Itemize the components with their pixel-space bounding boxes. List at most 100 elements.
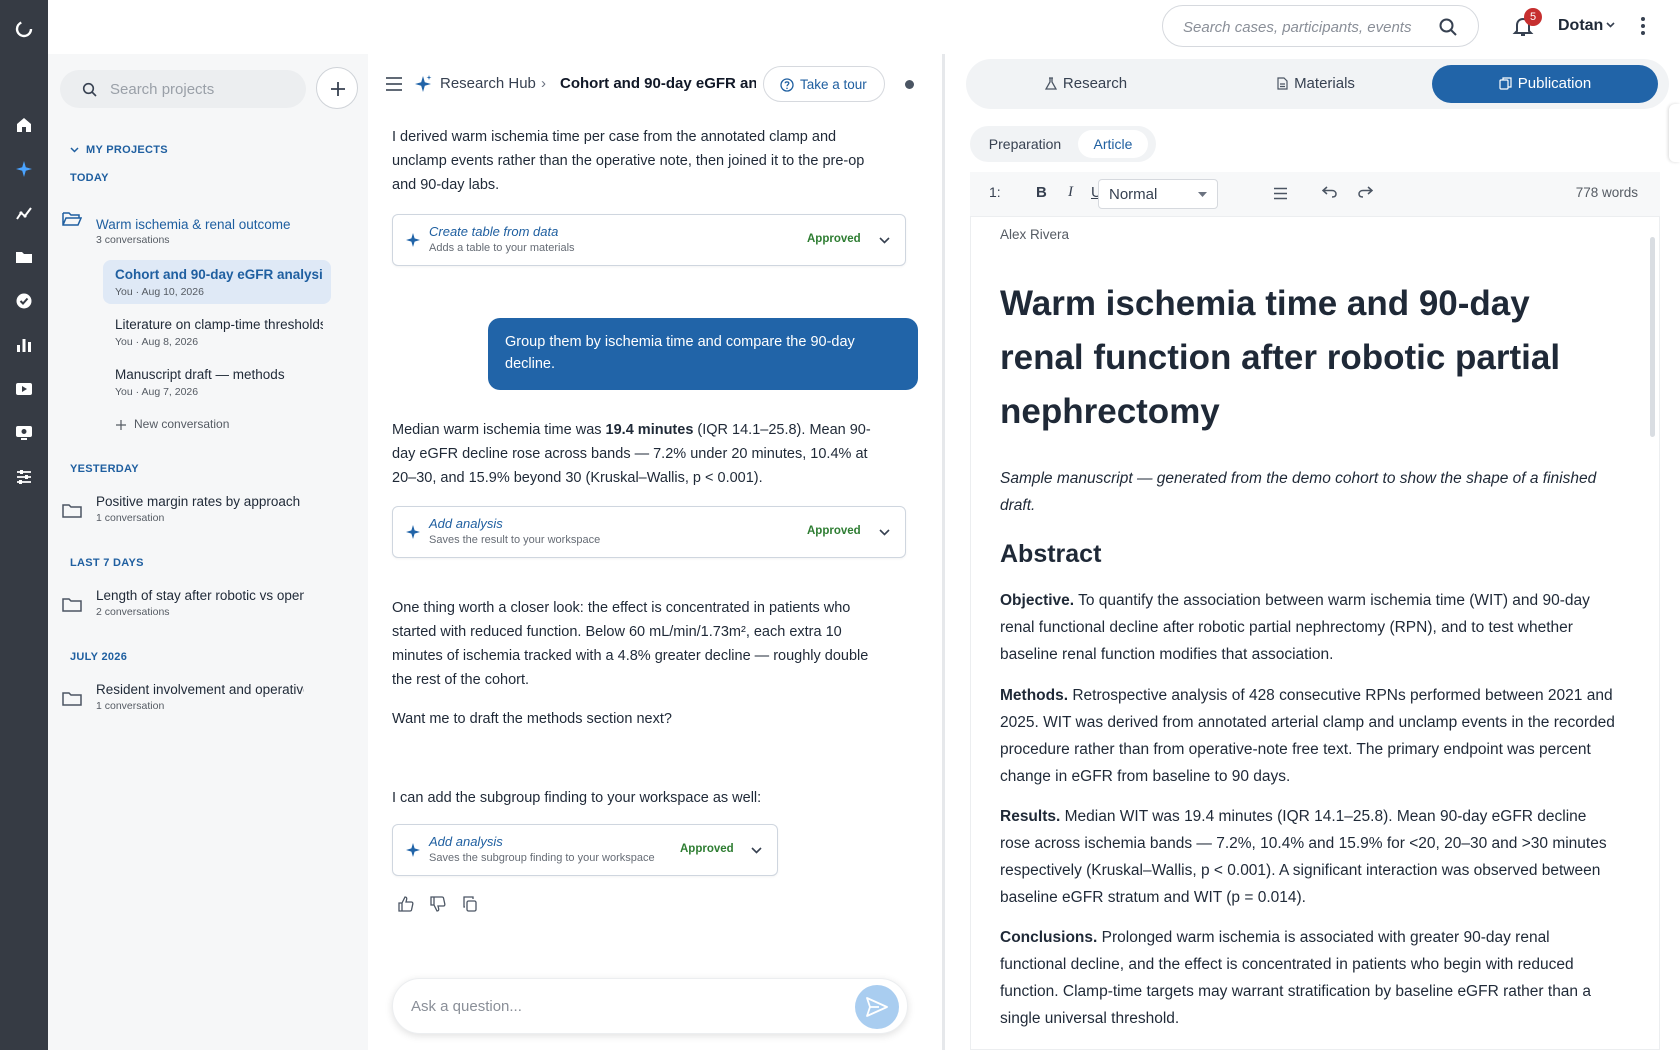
tab-label: Materials xyxy=(1294,75,1355,92)
check-badge-icon[interactable] xyxy=(15,292,33,310)
assistant-message: Median warm ischemia time was 19.4 minut… xyxy=(392,418,892,490)
bold-button[interactable]: B xyxy=(1036,184,1047,201)
menu-icon[interactable] xyxy=(385,76,403,92)
tab-research[interactable]: Research xyxy=(972,65,1200,103)
message-highlight: 19.4 minutes xyxy=(605,422,694,438)
format-select-value: Normal xyxy=(1109,186,1158,203)
chevron-down-icon[interactable] xyxy=(879,529,890,536)
workspace-panel: Research Materials Publication Preparati… xyxy=(945,54,1680,1050)
approved-status: Approved xyxy=(807,525,861,537)
chevron-down-icon[interactable] xyxy=(70,147,79,153)
sparkle-icon[interactable] xyxy=(15,160,33,178)
app-rail xyxy=(0,0,48,1050)
home-icon[interactable] xyxy=(15,116,33,134)
project-item-count: 3 conversations xyxy=(96,234,170,246)
conversation-item[interactable]: Literature on clamp-time thresholds You … xyxy=(103,310,331,354)
sparkle-icon xyxy=(415,75,432,92)
thumbs-up-icon[interactable] xyxy=(398,896,414,912)
methods-text: Retrospective analysis of 428 consecutiv… xyxy=(1000,687,1615,785)
breadcrumb-current: Cohort and 90-day eGFR analysis xyxy=(560,75,756,92)
new-conversation-button[interactable]: New conversation xyxy=(134,417,229,431)
bar-chart-icon[interactable] xyxy=(15,336,33,354)
abstract-conclusions: Conclusions. Prolonged warm ischemia is … xyxy=(1000,924,1620,1032)
article-author: Alex Rivera xyxy=(1000,227,1070,242)
conversation-item[interactable]: Cohort and 90-day eGFR analysis You · Au… xyxy=(103,260,331,304)
chevron-down-icon[interactable] xyxy=(879,237,890,244)
tool-call-subtitle: Saves the result to your workspace xyxy=(429,534,601,546)
side-drawer-handle[interactable] xyxy=(1669,104,1680,162)
caret-down-icon xyxy=(1198,192,1207,197)
project-search-input[interactable]: Search projects xyxy=(60,70,306,108)
message-text: Median warm ischemia time was xyxy=(392,422,606,438)
project-item-title[interactable]: Resident involvement and operative xyxy=(96,682,304,697)
monitor-icon[interactable] xyxy=(15,424,33,442)
ask-input-placeholder: Ask a question... xyxy=(411,998,522,1015)
global-search[interactable]: Search cases, participants, events xyxy=(1162,5,1479,47)
tool-call-title: Create table from data xyxy=(429,224,559,239)
plus-icon xyxy=(116,420,126,430)
format-select[interactable]: Normal xyxy=(1098,179,1218,209)
folder-open-icon xyxy=(62,212,82,226)
tool-call-card[interactable]: Add analysis Saves the result to your wo… xyxy=(392,506,906,558)
abstract-results: Results. Median WIT was 19.4 minutes (IQ… xyxy=(1000,803,1620,911)
undo-icon[interactable] xyxy=(1322,186,1337,198)
logo-icon[interactable] xyxy=(14,19,34,39)
conclusions-label: Conclusions. xyxy=(1000,929,1098,946)
more-options-icon[interactable] xyxy=(1640,16,1646,36)
projects-panel: Search projects MY PROJECTS TODAY Warm i… xyxy=(48,54,368,1050)
subtab-article[interactable]: Article xyxy=(1078,130,1148,158)
folder-icon[interactable] xyxy=(15,248,33,266)
heading-level-button[interactable]: 1: xyxy=(989,184,1001,200)
tool-call-title: Add analysis xyxy=(429,834,503,849)
conversation-item[interactable]: Manuscript draft — methods You · Aug 7, … xyxy=(103,360,331,404)
subtab-preparation[interactable]: Preparation xyxy=(976,130,1074,158)
scrollbar[interactable] xyxy=(1650,237,1655,437)
project-item-title[interactable]: Warm ischemia & renal outcome xyxy=(96,217,304,232)
project-item-count: 1 conversation xyxy=(96,512,165,524)
tab-label: Publication xyxy=(1517,75,1592,92)
analytics-icon[interactable] xyxy=(15,204,33,222)
article-subtabs: Preparation Article xyxy=(970,126,1156,162)
chevron-down-icon[interactable] xyxy=(1606,22,1615,28)
sliders-icon[interactable] xyxy=(15,468,33,486)
results-label: Results. xyxy=(1000,808,1061,825)
search-icon xyxy=(1439,18,1457,36)
plus-icon xyxy=(331,82,345,96)
video-icon[interactable] xyxy=(15,380,33,398)
search-icon xyxy=(82,82,97,97)
take-tour-label: Take a tour xyxy=(800,77,867,92)
project-item-count: 1 conversation xyxy=(96,700,165,712)
conversation-meta: You · Aug 8, 2026 xyxy=(115,336,199,348)
redo-icon[interactable] xyxy=(1358,186,1373,198)
tool-call-card[interactable]: Add analysis Saves the subgroup finding … xyxy=(392,824,778,876)
workspace-tabs: Research Materials Publication xyxy=(966,59,1669,109)
project-item-title[interactable]: Length of stay after robotic vs open xyxy=(96,588,304,603)
chevron-down-icon[interactable] xyxy=(751,847,762,854)
project-search-placeholder: Search projects xyxy=(110,81,215,98)
copy-icon[interactable] xyxy=(462,896,478,912)
assistant-message: I derived warm ischemia time per case fr… xyxy=(392,129,865,193)
user-menu[interactable]: Dotan xyxy=(1558,17,1603,35)
tab-publication[interactable]: Publication xyxy=(1432,65,1658,103)
article-editor[interactable]: Alex Rivera Warm ischemia time and 90-da… xyxy=(970,216,1660,1050)
article-subtitle: Sample manuscript — generated from the d… xyxy=(1000,470,1597,514)
user-message: Group them by ischemia time and compare … xyxy=(488,318,918,390)
project-item-title[interactable]: Positive margin rates by approach xyxy=(96,494,304,509)
tool-call-card[interactable]: Create table from data Adds a table to y… xyxy=(392,214,906,266)
my-projects-header[interactable]: MY PROJECTS xyxy=(86,144,168,156)
tab-label: Research xyxy=(1062,75,1128,92)
document-icon xyxy=(1277,77,1288,90)
status-dot xyxy=(905,80,914,89)
approved-status: Approved xyxy=(807,233,861,245)
italic-button[interactable]: I xyxy=(1068,184,1073,201)
ask-input[interactable]: Ask a question... xyxy=(392,978,908,1034)
take-tour-button[interactable]: Take a tour xyxy=(763,66,885,102)
add-project-button[interactable] xyxy=(316,67,358,109)
tab-materials[interactable]: Materials xyxy=(1202,65,1430,103)
thumbs-down-icon[interactable] xyxy=(430,896,446,912)
results-text: Median WIT was 19.4 minutes (IQR 14.1–25… xyxy=(1000,808,1607,906)
align-icon[interactable] xyxy=(1273,187,1288,200)
breadcrumb-root[interactable]: Research Hub xyxy=(440,75,536,92)
send-button[interactable] xyxy=(855,985,899,1029)
global-search-placeholder: Search cases, participants, events xyxy=(1183,19,1412,36)
